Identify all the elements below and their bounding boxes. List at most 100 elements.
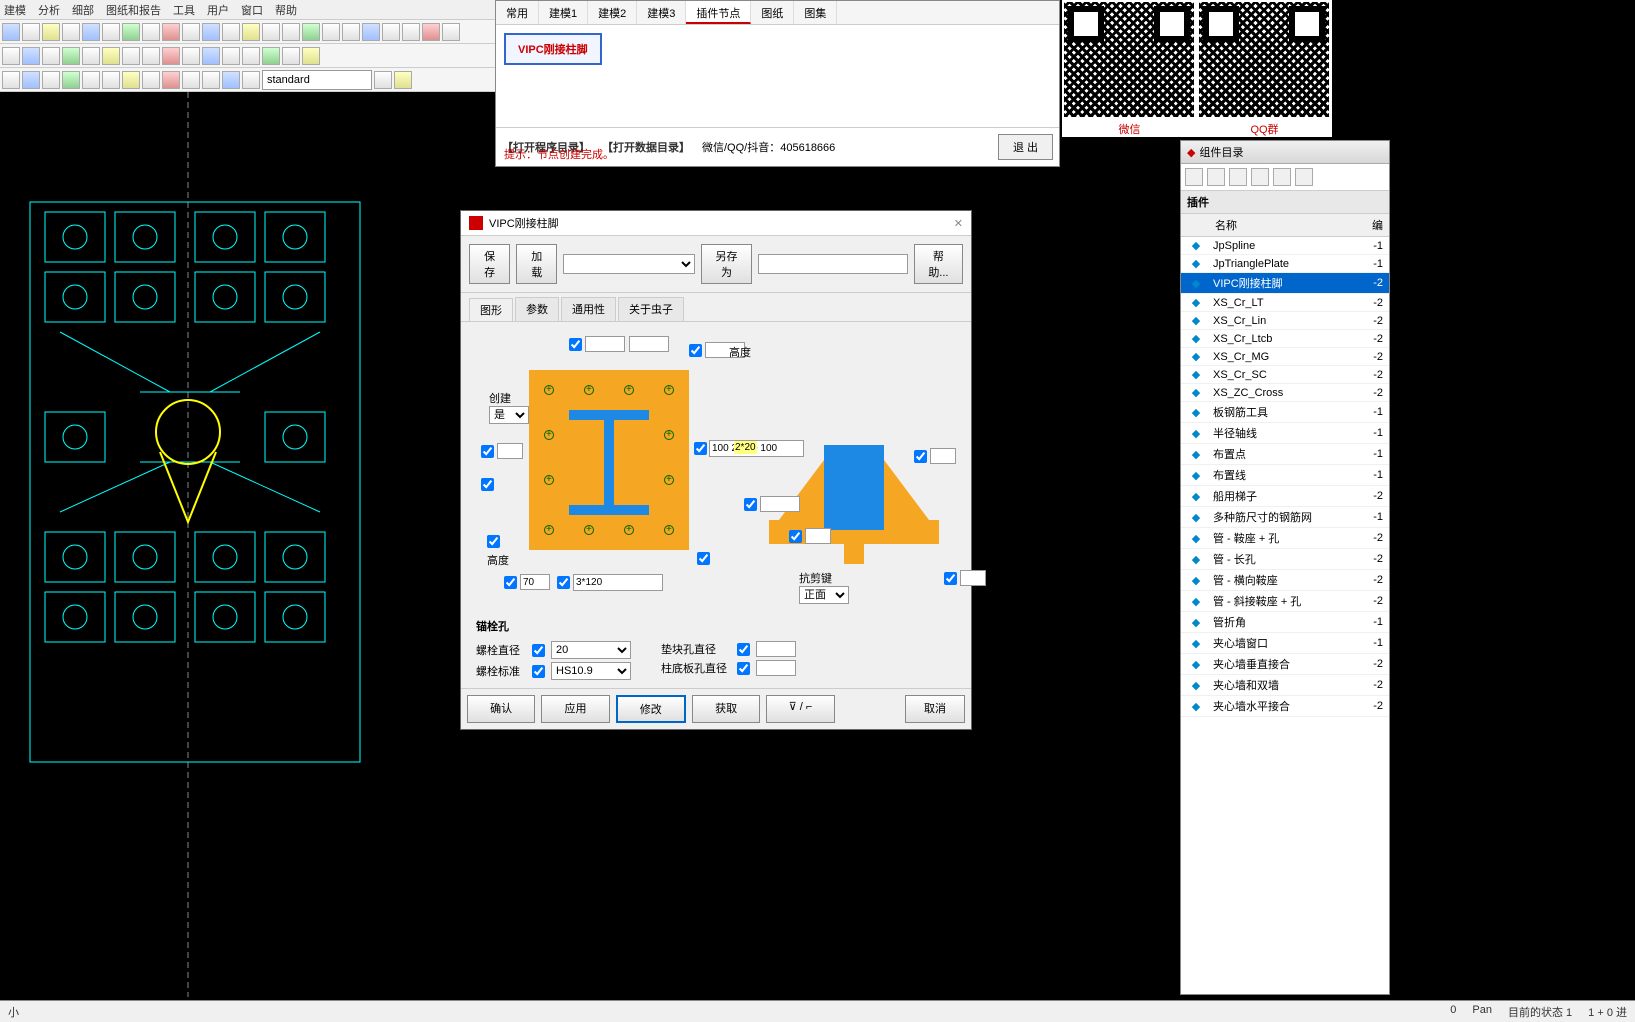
cb[interactable]	[737, 643, 750, 656]
load-button[interactable]: 加载	[516, 244, 557, 284]
tool-icon[interactable]	[222, 71, 240, 89]
cb[interactable]	[557, 576, 570, 589]
catalog-row[interactable]: ◆XS_Cr_SC-2	[1181, 366, 1389, 384]
catalog-row[interactable]: ◆布置点-1	[1181, 444, 1389, 465]
pad-dia-input[interactable]	[756, 641, 796, 657]
tool-icon[interactable]	[282, 47, 300, 65]
tool-icon[interactable]	[262, 23, 280, 41]
ptab-m3[interactable]: 建模3	[637, 1, 686, 24]
menu-tools[interactable]: 工具	[173, 2, 195, 18]
tool-icon[interactable]	[122, 47, 140, 65]
tool-icon[interactable]	[162, 23, 180, 41]
get-button[interactable]: 获取	[692, 695, 760, 723]
tool-icon[interactable]	[42, 23, 60, 41]
cb[interactable]	[689, 344, 702, 357]
param-input[interactable]	[805, 528, 831, 544]
tool-icon[interactable]	[102, 23, 120, 41]
shear-combo[interactable]: 正面	[799, 586, 849, 604]
tool-icon[interactable]	[362, 23, 380, 41]
ptab-drawing[interactable]: 图纸	[751, 1, 794, 24]
tool-icon[interactable]	[322, 23, 340, 41]
tool-icon[interactable]	[162, 71, 180, 89]
catalog-row[interactable]: ◆板钢筋工具-1	[1181, 402, 1389, 423]
menu-analysis[interactable]: 分析	[38, 2, 60, 18]
param-input[interactable]	[629, 336, 669, 352]
menu-detail[interactable]: 细部	[72, 2, 94, 18]
tool-icon[interactable]	[22, 71, 40, 89]
catalog-row[interactable]: ◆管 - 斜接鞍座 + 孔-2	[1181, 591, 1389, 612]
cb[interactable]	[697, 552, 710, 565]
tool-icon[interactable]	[122, 23, 140, 41]
cat-tool-icon[interactable]	[1229, 168, 1247, 186]
catalog-row[interactable]: ◆XS_Cr_Lin-2	[1181, 312, 1389, 330]
tool-icon[interactable]	[102, 71, 120, 89]
catalog-row[interactable]: ◆夹心墙窗口-1	[1181, 633, 1389, 654]
vipc-button[interactable]: VIPC刚接柱脚	[504, 33, 602, 65]
catalog-row[interactable]: ◆VIPC刚接柱脚-2	[1181, 273, 1389, 294]
tool-icon[interactable]	[182, 71, 200, 89]
ptab-common[interactable]: 常用	[496, 1, 539, 24]
exit-button[interactable]: 退 出	[998, 134, 1053, 160]
menu-help[interactable]: 帮助	[275, 2, 297, 18]
ptab-gallery[interactable]: 图集	[794, 1, 837, 24]
catalog-row[interactable]: ◆船用梯子-2	[1181, 486, 1389, 507]
tool-icon[interactable]	[142, 47, 160, 65]
modify-button[interactable]: 修改	[616, 695, 686, 723]
tool-icon[interactable]	[222, 47, 240, 65]
tool-icon[interactable]	[394, 71, 412, 89]
catalog-row[interactable]: ◆XS_ZC_Cross-2	[1181, 384, 1389, 402]
tool-icon[interactable]	[242, 23, 260, 41]
tool-icon[interactable]	[22, 23, 40, 41]
tool-icon[interactable]	[42, 71, 60, 89]
menu-drawings[interactable]: 图纸和报告	[106, 2, 161, 18]
close-icon[interactable]: ✕	[954, 217, 963, 230]
tool-icon[interactable]	[102, 47, 120, 65]
catalog-row[interactable]: ◆多种筋尺寸的钢筋网-1	[1181, 507, 1389, 528]
toggle-button[interactable]: ⊽ / ⌐	[766, 695, 834, 723]
ok-button[interactable]: 确认	[467, 695, 535, 723]
dtab-general[interactable]: 通用性	[561, 297, 616, 321]
catalog-list[interactable]: ◆JpSpline-1◆JpTrianglePlate-1◆VIPC刚接柱脚-2…	[1181, 237, 1389, 994]
tool-icon[interactable]	[242, 71, 260, 89]
cancel-button[interactable]: 取消	[905, 695, 965, 723]
param-input[interactable]	[930, 448, 956, 464]
cb[interactable]	[504, 576, 517, 589]
ptab-m1[interactable]: 建模1	[539, 1, 588, 24]
cat-tool-icon[interactable]	[1273, 168, 1291, 186]
tool-icon[interactable]	[62, 23, 80, 41]
tool-icon[interactable]	[242, 47, 260, 65]
saveas-button[interactable]: 另存为	[701, 244, 752, 284]
catalog-row[interactable]: ◆夹心墙垂直接合-2	[1181, 654, 1389, 675]
param-input[interactable]	[960, 570, 986, 586]
ptab-m2[interactable]: 建模2	[588, 1, 637, 24]
ptab-plugin-node[interactable]: 插件节点	[686, 1, 751, 24]
cb[interactable]	[487, 535, 500, 548]
tool-icon[interactable]	[142, 71, 160, 89]
tool-icon[interactable]	[2, 23, 20, 41]
tool-icon[interactable]	[202, 47, 220, 65]
menu-user[interactable]: 用户	[207, 2, 229, 18]
cb[interactable]	[737, 662, 750, 675]
catalog-row[interactable]: ◆夹心墙水平接合-2	[1181, 696, 1389, 717]
tool-icon[interactable]	[302, 23, 320, 41]
tool-icon[interactable]	[22, 47, 40, 65]
cb[interactable]	[694, 442, 707, 455]
cb[interactable]	[789, 530, 802, 543]
dim-e-input[interactable]	[573, 574, 663, 591]
save-button[interactable]: 保存	[469, 244, 510, 284]
catalog-row[interactable]: ◆JpTrianglePlate-1	[1181, 255, 1389, 273]
param-input[interactable]	[497, 443, 523, 459]
tool-icon[interactable]	[182, 23, 200, 41]
tool-icon[interactable]	[2, 71, 20, 89]
menu-model[interactable]: 建模	[4, 2, 26, 18]
cat-tool-icon[interactable]	[1207, 168, 1225, 186]
tool-icon[interactable]	[142, 23, 160, 41]
tool-icon[interactable]	[342, 23, 360, 41]
cb[interactable]	[481, 478, 494, 491]
tool-icon[interactable]	[182, 47, 200, 65]
preset-combo[interactable]	[563, 254, 695, 274]
tool-icon[interactable]	[402, 23, 420, 41]
open-data-dir-link[interactable]: 【打开数据目录】	[602, 139, 690, 155]
param-input[interactable]	[585, 336, 625, 352]
tool-icon[interactable]	[202, 23, 220, 41]
